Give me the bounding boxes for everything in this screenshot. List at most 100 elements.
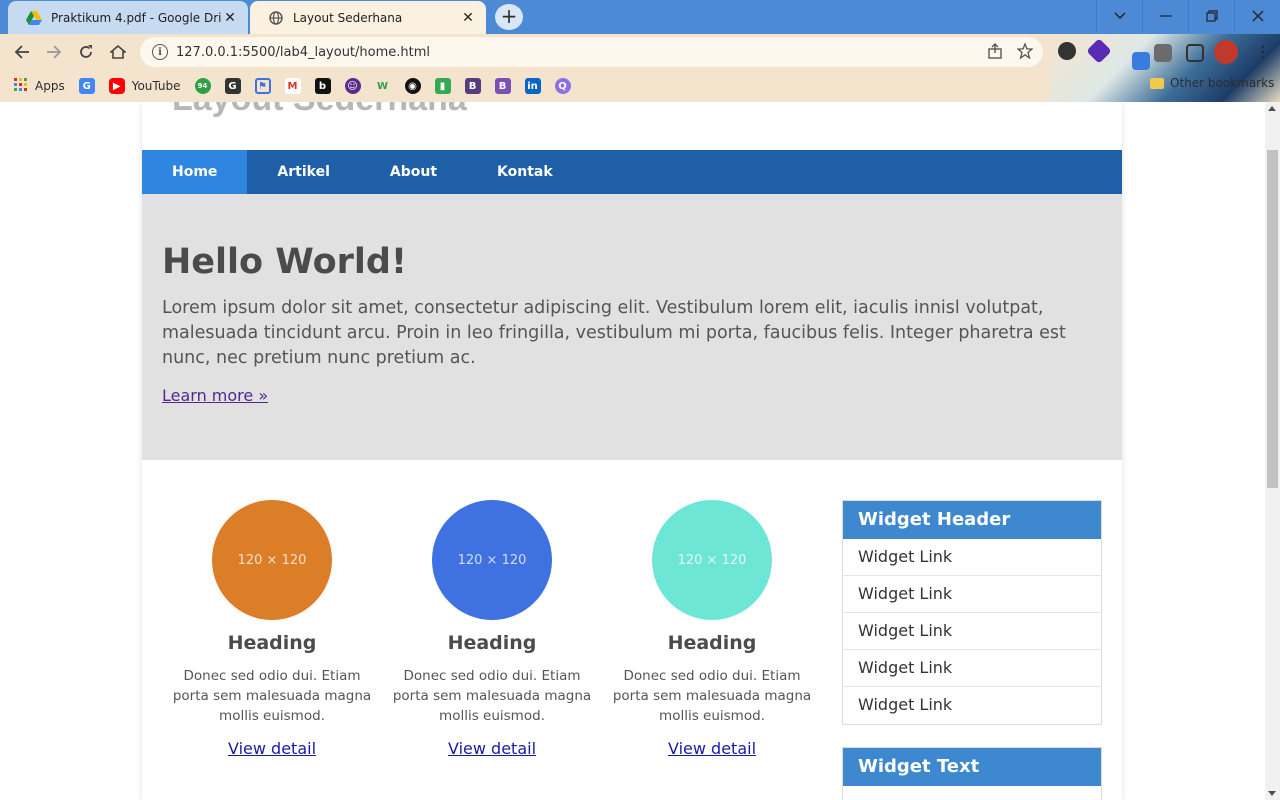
linkedin-icon: in [524, 78, 541, 94]
page-scrollbar[interactable] [1265, 102, 1280, 800]
forward-button[interactable] [42, 40, 66, 64]
globe-icon [268, 10, 284, 26]
page-viewport: Layout Sederhana Home Artikel About Kont… [0, 102, 1265, 800]
bookmark-item[interactable]: b [314, 78, 331, 94]
scroll-up-icon[interactable] [1268, 106, 1276, 111]
minimize-icon [1159, 15, 1172, 17]
bookmark-star-icon[interactable] [1017, 43, 1033, 59]
extension-icon[interactable] [1058, 42, 1076, 60]
tab-google-drive[interactable]: Praktikum 4.pdf - Google Drive ✕ [8, 1, 248, 34]
tab-layout-sederhana[interactable]: Layout Sederhana ✕ [250, 1, 486, 34]
side-panel-icon[interactable] [1186, 44, 1204, 62]
widget-link[interactable]: Widget Link [843, 687, 1101, 724]
bookmark-github[interactable]: ◉ [404, 78, 421, 94]
bookmark-item[interactable]: Q [554, 78, 571, 94]
browser-tab-strip: Praktikum 4.pdf - Google Drive ✕ Layout … [0, 0, 1280, 34]
widget-link[interactable]: Widget Link [843, 650, 1101, 687]
quora-icon: Q [554, 78, 571, 94]
bootstrap-b2-icon: B [494, 78, 511, 94]
widget-text-header: Widget Text [843, 748, 1101, 786]
view-detail-link[interactable]: View detail [448, 739, 536, 758]
address-bar[interactable]: i 127.0.0.1:5500/lab4_layout/home.html [140, 37, 1043, 67]
card-image-placeholder: 120 × 120 [432, 500, 552, 620]
home-button[interactable] [106, 40, 130, 64]
extension-icon[interactable] [1086, 38, 1112, 64]
nav-home[interactable]: Home [142, 150, 248, 194]
google-translate-icon: G [78, 78, 95, 94]
bookmark-meet[interactable]: ▮ [434, 78, 451, 94]
bootstrap-b-icon: B [464, 78, 481, 94]
arrow-right-icon [47, 45, 62, 59]
back-button[interactable] [10, 40, 34, 64]
hero-section: Hello World! Lorem ipsum dolor sit amet,… [142, 194, 1122, 460]
bookmark-item[interactable]: B [464, 78, 481, 94]
view-detail-link[interactable]: View detail [668, 739, 756, 758]
bookmark-robot-icon: ☺ [344, 78, 361, 94]
google-drive-icon [26, 10, 42, 26]
tab-title: Layout Sederhana [293, 10, 403, 25]
folder-icon [1150, 77, 1164, 89]
url-text: 127.0.0.1:5500/lab4_layout/home.html [176, 44, 431, 60]
bookmark-item[interactable]: 94 [194, 78, 211, 94]
bookmark-94-icon: 94 [194, 78, 211, 94]
view-detail-link[interactable]: View detail [228, 739, 316, 758]
bookmark-label: Apps [35, 79, 65, 93]
avatar[interactable] [1214, 40, 1238, 64]
bookmark-youtube[interactable]: ▶ YouTube [108, 78, 181, 94]
bookmark-b-icon: b [314, 78, 331, 94]
nav-kontak[interactable]: Kontak [467, 150, 583, 194]
reload-button[interactable] [74, 40, 98, 64]
restore-icon [1205, 10, 1218, 22]
widget-text: Widget Text [842, 747, 1102, 800]
close-window-button[interactable] [1234, 0, 1280, 32]
bookmarks-bar: Apps G ▶ YouTube 94 G ⚑ M b ☺ W ◉ ▮ B B … [0, 70, 1050, 102]
extensions-area: ⋮ [1050, 34, 1280, 102]
site-info-icon[interactable]: i [152, 44, 168, 60]
bookmark-label: YouTube [131, 79, 181, 93]
card: 120 × 120 Heading Donec sed odio dui. Et… [382, 500, 602, 800]
gmail-icon: M [284, 78, 301, 94]
widget-link[interactable]: Widget Link [843, 539, 1101, 576]
main-nav: Home Artikel About Kontak [142, 150, 1122, 194]
bookmark-item[interactable]: W [375, 78, 391, 94]
bookmark-gmail[interactable]: M [284, 78, 301, 94]
scroll-down-icon[interactable] [1268, 791, 1276, 796]
close-tab-icon[interactable]: ✕ [460, 10, 476, 26]
other-bookmarks[interactable]: Other bookmarks [1150, 76, 1274, 90]
card-text: Donec sed odio dui. Etiam porta sem male… [172, 668, 372, 724]
bookmark-item[interactable]: G [224, 78, 241, 94]
bookmark-item[interactable]: ☺ [344, 78, 361, 94]
restore-button[interactable] [1188, 0, 1234, 32]
bookmark-translate[interactable]: G [78, 78, 95, 94]
home-icon [110, 44, 126, 59]
card-heading: Heading [667, 632, 757, 654]
widget-link[interactable]: Widget Link [843, 576, 1101, 613]
minimize-button[interactable] [1142, 0, 1188, 32]
nav-about[interactable]: About [360, 150, 467, 194]
card: 120 × 120 Heading Donec sed odio dui. Et… [602, 500, 822, 800]
share-icon[interactable] [987, 43, 1003, 59]
card: 120 × 120 Heading Donec sed odio dui. Et… [162, 500, 382, 800]
meet-icon: ▮ [434, 78, 451, 94]
reload-icon [80, 45, 92, 58]
bookmark-g-icon: G [224, 78, 241, 94]
nav-artikel[interactable]: Artikel [247, 150, 359, 194]
bookmark-apps[interactable]: Apps [14, 77, 65, 95]
hero-text: Lorem ipsum dolor sit amet, consectetur … [162, 298, 1066, 368]
puzzle-icon[interactable] [1154, 44, 1172, 62]
bookmark-linkedin[interactable]: in [524, 78, 541, 94]
menu-icon[interactable]: ⋮ [1254, 44, 1272, 62]
bookmark-item[interactable]: B [494, 78, 511, 94]
scrollbar-thumb[interactable] [1267, 150, 1278, 488]
widget-text-body [843, 786, 1101, 800]
bookmark-item[interactable]: ⚑ [254, 78, 271, 94]
page-container: Layout Sederhana Home Artikel About Kont… [142, 102, 1122, 800]
widget-link[interactable]: Widget Link [843, 613, 1101, 650]
flag-icon: ⚑ [254, 78, 271, 94]
widget-links: Widget Header Widget Link Widget Link Wi… [842, 500, 1102, 725]
learn-more-link[interactable]: Learn more » [162, 386, 268, 405]
tab-search-button[interactable] [1096, 0, 1142, 32]
new-tab-button[interactable]: + [495, 4, 523, 30]
close-tab-icon[interactable]: ✕ [222, 10, 238, 26]
extension-icon[interactable] [1132, 52, 1150, 70]
